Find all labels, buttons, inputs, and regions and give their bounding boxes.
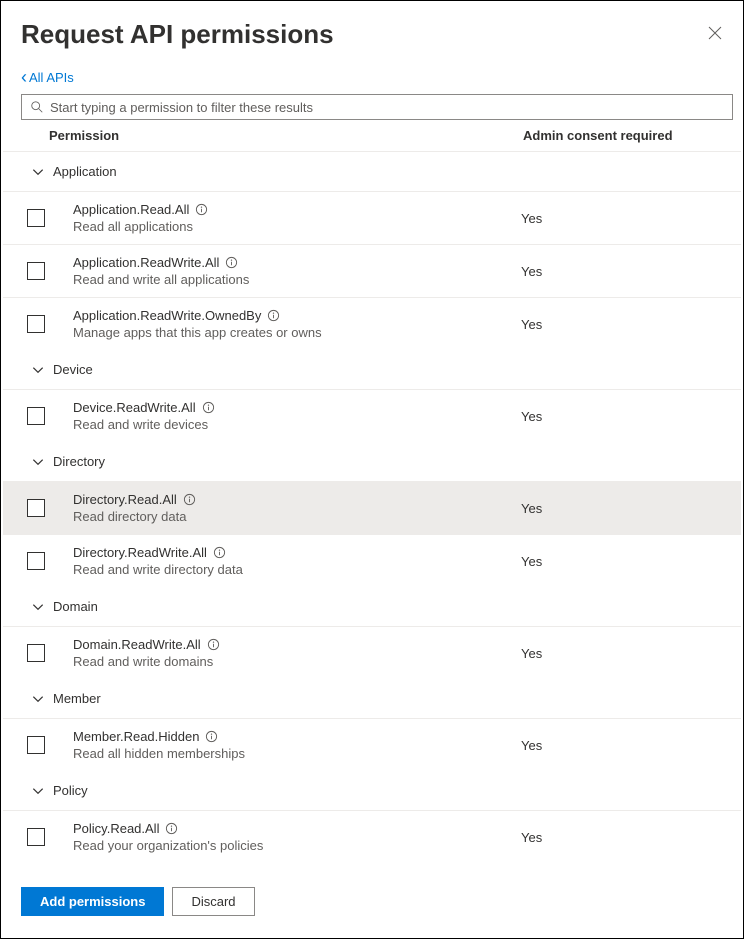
permission-description: Read and write all applications (73, 272, 521, 287)
consent-required: Yes (521, 264, 721, 279)
close-button[interactable] (703, 21, 727, 45)
search-input[interactable] (50, 100, 724, 115)
permission-description: Manage apps that this app creates or own… (73, 325, 521, 340)
consent-required: Yes (521, 830, 721, 845)
info-icon (207, 638, 220, 651)
chevron-down-icon (31, 455, 45, 469)
back-link-all-apis[interactable]: All APIs (1, 62, 743, 92)
permission-description: Read and write directory data (73, 562, 521, 577)
permission-checkbox[interactable] (27, 499, 45, 517)
permission-row[interactable]: Application.ReadWrite.All Read and write … (3, 244, 741, 297)
info-icon (195, 203, 208, 216)
permission-name: Device.ReadWrite.All (73, 400, 196, 415)
group-header-policy[interactable]: Policy (3, 771, 741, 810)
permission-description: Read your organization's policies (73, 838, 521, 853)
group-header-device[interactable]: Device (3, 350, 741, 389)
consent-required: Yes (521, 738, 721, 753)
permission-description: Read all hidden memberships (73, 746, 521, 761)
permission-name: Application.ReadWrite.All (73, 255, 219, 270)
info-icon (183, 493, 196, 506)
consent-required: Yes (521, 646, 721, 661)
permission-name: Domain.ReadWrite.All (73, 637, 201, 652)
permission-checkbox[interactable] (27, 407, 45, 425)
info-icon (202, 401, 215, 414)
permission-description: Read and write domains (73, 654, 521, 669)
discard-button[interactable]: Discard (172, 887, 254, 916)
permission-checkbox[interactable] (27, 736, 45, 754)
search-icon (30, 100, 44, 114)
permission-text: Domain.ReadWrite.All Read and write domai… (73, 637, 521, 669)
permission-description: Read all applications (73, 219, 521, 234)
info-icon (225, 256, 238, 269)
permission-checkbox[interactable] (27, 644, 45, 662)
consent-required: Yes (521, 409, 721, 424)
add-permissions-button[interactable]: Add permissions (21, 887, 164, 916)
permission-text: Device.ReadWrite.All Read and write devic… (73, 400, 521, 432)
permission-row[interactable]: Policy.Read.All Read your organization's … (3, 810, 741, 863)
permission-row[interactable]: Domain.ReadWrite.All Read and write domai… (3, 626, 741, 679)
group-header-directory[interactable]: Directory (3, 442, 741, 481)
consent-required: Yes (521, 211, 721, 226)
table-header: Permission Admin consent required (1, 120, 743, 151)
permission-text: Application.Read.All Read all application… (73, 202, 521, 234)
permission-name: Member.Read.Hidden (73, 729, 199, 744)
chevron-down-icon (31, 692, 45, 706)
info-icon (205, 730, 218, 743)
permission-checkbox[interactable] (27, 262, 45, 280)
group-label: Policy (53, 783, 88, 798)
group-label: Directory (53, 454, 105, 469)
permission-checkbox[interactable] (27, 315, 45, 333)
consent-required: Yes (521, 554, 721, 569)
permission-name: Policy.Read.All (73, 821, 159, 836)
info-icon (213, 546, 226, 559)
info-icon (165, 822, 178, 835)
chevron-down-icon (31, 784, 45, 798)
group-header-domain[interactable]: Domain (3, 587, 741, 626)
permission-row[interactable]: Device.ReadWrite.All Read and write devic… (3, 389, 741, 442)
permission-row[interactable]: Member.Read.Hidden Read all hidden member… (3, 718, 741, 771)
permission-name: Application.ReadWrite.OwnedBy (73, 308, 261, 323)
permission-row[interactable]: Directory.ReadWrite.All Read and write di… (3, 534, 741, 587)
permission-row[interactable]: Application.Read.All Read all application… (3, 191, 741, 244)
permission-row[interactable]: Directory.Read.All Read directory dataYes (3, 481, 741, 534)
column-consent: Admin consent required (523, 128, 723, 143)
group-label: Application (53, 164, 117, 179)
close-icon (708, 26, 722, 40)
permission-row[interactable]: Application.ReadWrite.OwnedBy Manage apps… (3, 297, 741, 350)
permission-description: Read directory data (73, 509, 521, 524)
permission-name: Directory.ReadWrite.All (73, 545, 207, 560)
info-icon (267, 309, 280, 322)
chevron-down-icon (31, 363, 45, 377)
permission-text: Directory.ReadWrite.All Read and write di… (73, 545, 521, 577)
group-header-member[interactable]: Member (3, 679, 741, 718)
permission-text: Directory.Read.All Read directory data (73, 492, 521, 524)
consent-required: Yes (521, 501, 721, 516)
group-label: Domain (53, 599, 98, 614)
back-link-label: All APIs (29, 70, 74, 85)
chevron-down-icon (31, 600, 45, 614)
group-label: Device (53, 362, 93, 377)
permission-text: Policy.Read.All Read your organization's … (73, 821, 521, 853)
page-title: Request API permissions (21, 19, 723, 50)
permission-checkbox[interactable] (27, 552, 45, 570)
search-box[interactable] (21, 94, 733, 120)
group-header-application[interactable]: Application (3, 152, 741, 191)
permission-name: Directory.Read.All (73, 492, 177, 507)
column-permission: Permission (49, 128, 523, 143)
group-label: Member (53, 691, 101, 706)
footer: Add permissions Discard (1, 865, 743, 938)
permission-text: Member.Read.Hidden Read all hidden member… (73, 729, 521, 761)
permission-checkbox[interactable] (27, 828, 45, 846)
permission-text: Application.ReadWrite.OwnedBy Manage apps… (73, 308, 521, 340)
permissions-list[interactable]: Application Application.Read.All Read all … (3, 151, 741, 865)
permission-description: Read and write devices (73, 417, 521, 432)
permission-checkbox[interactable] (27, 209, 45, 227)
permission-text: Application.ReadWrite.All Read and write … (73, 255, 521, 287)
consent-required: Yes (521, 317, 721, 332)
permission-name: Application.Read.All (73, 202, 189, 217)
chevron-down-icon (31, 165, 45, 179)
